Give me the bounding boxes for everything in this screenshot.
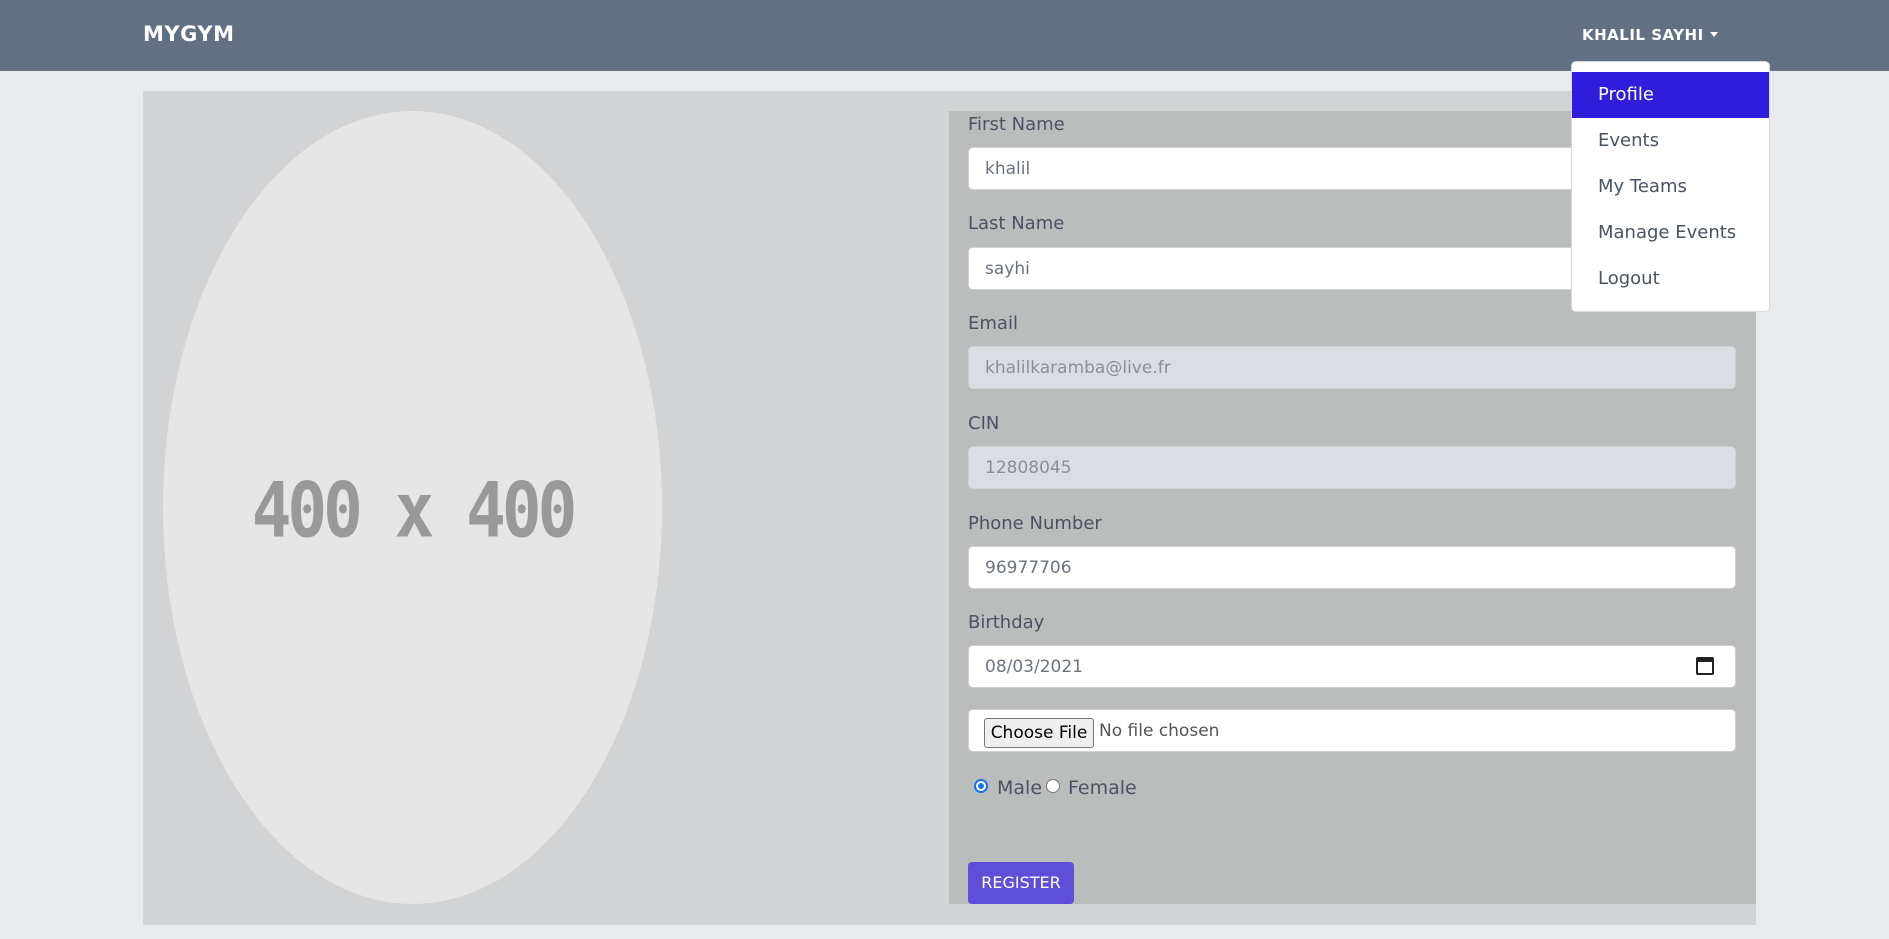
cin-input bbox=[968, 446, 1736, 489]
user-menu-label: KHALIL SAYHI bbox=[1582, 26, 1704, 44]
user-dropdown-menu: Profile Events My Teams Manage Events Lo… bbox=[1571, 61, 1770, 312]
dropdown-item-manage-events[interactable]: Manage Events bbox=[1572, 210, 1769, 256]
birthday-label: Birthday bbox=[968, 612, 1045, 633]
cin-label: CIN bbox=[968, 413, 1000, 434]
birthday-input[interactable] bbox=[968, 645, 1736, 688]
email-label: Email bbox=[968, 313, 1018, 334]
caret-down-icon bbox=[1709, 32, 1718, 37]
last-name-label: Last Name bbox=[968, 213, 1065, 234]
avatar-placeholder-image: 400 x 400 bbox=[163, 111, 662, 904]
dropdown-item-profile[interactable]: Profile bbox=[1572, 72, 1769, 118]
avatar-placeholder-text: 400 x 400 bbox=[251, 466, 578, 555]
gender-male-radio[interactable] bbox=[974, 779, 988, 793]
first-name-label: First Name bbox=[968, 114, 1065, 135]
dropdown-item-logout[interactable]: Logout bbox=[1572, 256, 1769, 302]
email-input bbox=[968, 346, 1736, 389]
dropdown-item-my-teams[interactable]: My Teams bbox=[1572, 164, 1769, 210]
gender-male-label: Male bbox=[997, 777, 1043, 799]
user-menu-toggle[interactable]: KHALIL SAYHI bbox=[1582, 26, 1718, 44]
dropdown-item-events[interactable]: Events bbox=[1572, 118, 1769, 164]
choose-file-button[interactable]: Choose File bbox=[984, 718, 1094, 748]
gender-female-label: Female bbox=[1068, 777, 1137, 799]
register-button[interactable]: REGISTER bbox=[968, 862, 1074, 904]
phone-number-label: Phone Number bbox=[968, 513, 1102, 534]
file-status-text: No file chosen bbox=[1099, 721, 1220, 741]
phone-number-input[interactable] bbox=[968, 546, 1736, 589]
gender-female-radio[interactable] bbox=[1046, 779, 1060, 793]
brand-logo[interactable]: MYGYM bbox=[143, 22, 234, 46]
calendar-icon[interactable] bbox=[1696, 657, 1714, 675]
file-upload-field: Choose File No file chosen bbox=[968, 709, 1736, 752]
